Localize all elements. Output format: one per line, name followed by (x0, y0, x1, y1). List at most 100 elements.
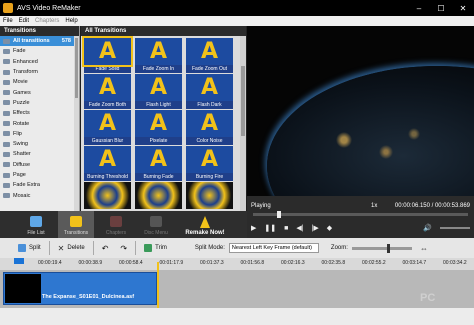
categories-scrollbar[interactable] (74, 36, 79, 211)
transition-tile[interactable]: A Flash Light (135, 74, 182, 109)
transition-tile[interactable]: A Fade Zoom Both (84, 74, 131, 109)
delete-icon: ✕ (57, 243, 65, 253)
category-label: Shatter (13, 151, 31, 158)
transition-thumbnail (135, 182, 182, 209)
transition-tile[interactable]: A Fade Zoom In (135, 38, 182, 73)
category-item[interactable]: Enhanced (0, 57, 79, 67)
category-item[interactable]: Flip (0, 129, 79, 139)
ruler-tick-label: 00:01:56.8 (240, 260, 265, 266)
transition-tile[interactable]: A Burning Fade (135, 146, 182, 181)
disc-menu-button[interactable]: Disc Menu (138, 211, 174, 238)
play-icon[interactable]: ▶ (251, 224, 256, 232)
transition-tile[interactable]: A Pixelate (135, 110, 182, 145)
stop-icon[interactable]: ■ (284, 225, 288, 232)
menu-help[interactable]: Help (62, 18, 80, 24)
category-item[interactable]: Transform (0, 67, 79, 77)
transition-tile[interactable]: A Burning Fire (186, 146, 233, 181)
category-item[interactable]: Mosaic (0, 190, 79, 200)
menu-edit[interactable]: Edit (16, 18, 32, 24)
category-item[interactable]: Puzzle (0, 98, 79, 108)
pause-icon[interactable]: ❚❚ (264, 224, 276, 232)
category-label: Movie (13, 79, 28, 86)
zoom-handle[interactable] (386, 243, 390, 253)
separator (135, 241, 137, 255)
transition-thumbnail: A (135, 110, 182, 137)
app-icon (3, 3, 13, 13)
transition-tile[interactable]: A Burning Threshold (84, 146, 131, 181)
split-mode-select[interactable]: Nearest Left Key Frame (default) (228, 243, 319, 253)
transition-label: Fade Zoom Both (84, 101, 131, 109)
category-item[interactable]: Fade (0, 46, 79, 56)
timeline-clip[interactable]: The Expanse_S01E01_Dulcinea.asf (3, 272, 157, 305)
category-item[interactable]: Rotate (0, 118, 79, 128)
scrollbar-thumb[interactable] (75, 38, 78, 98)
close-button[interactable]: ✕ (452, 0, 474, 16)
transition-tile[interactable]: A Flash Dark (186, 74, 233, 109)
transitions-label: Transitions (63, 230, 89, 236)
playback-speed[interactable]: 1x (371, 203, 377, 209)
redo-icon: ↷ (120, 243, 128, 253)
next-frame-icon[interactable]: |▶ (312, 224, 319, 232)
category-item[interactable]: Diffuse (0, 160, 79, 170)
trim-button[interactable]: Trim (138, 244, 173, 252)
ruler-tick-label: 00:00:19.4 (38, 260, 62, 266)
volume-icon[interactable]: 🔊 (423, 224, 432, 232)
transition-tile[interactable]: A Color Noise (186, 110, 233, 145)
category-item[interactable]: Fade Extra (0, 180, 79, 190)
seek-bar[interactable] (253, 211, 468, 218)
volume-slider[interactable] (440, 227, 470, 229)
category-label: Swing (13, 141, 28, 148)
delete-button[interactable]: ✕ Delete (52, 244, 91, 253)
disc-menu-label: Disc Menu (144, 230, 168, 236)
transition-tile[interactable]: A Fade Zoom Out (186, 38, 233, 73)
category-label: Page (13, 172, 26, 178)
category-item[interactable]: Swing (0, 139, 79, 149)
category-label: Effects (13, 110, 30, 117)
transitions-scrollbar[interactable] (240, 36, 246, 211)
undo-button[interactable]: ↶ (96, 244, 115, 253)
letter-a-glyph: A (200, 147, 219, 172)
transition-tile[interactable]: A Fade Solid (82, 36, 133, 73)
split-button[interactable]: Split (12, 244, 47, 252)
folder-icon (3, 141, 10, 147)
letter-a-glyph: A (149, 39, 168, 64)
letter-a-glyph: A (149, 147, 168, 172)
category-item[interactable]: Games (0, 87, 79, 97)
transition-thumbnail: A (186, 146, 233, 173)
category-item[interactable]: Movie (0, 77, 79, 87)
menu-chapters[interactable]: Chapters (32, 18, 62, 24)
timeline-ruler[interactable]: 00:00:19.4 00:00:38.9 00:00:58.4 00:01:17.9… (0, 258, 474, 270)
transition-label: Gaussian Blur (84, 137, 131, 145)
transitions-button[interactable]: Transitions (58, 211, 94, 238)
prev-frame-icon[interactable]: ◀| (296, 224, 303, 232)
file-list-button[interactable]: File List (18, 211, 54, 238)
zoom-slider[interactable] (351, 243, 412, 253)
ruler-tick-label: 00:03:34.2 (443, 260, 467, 266)
redo-button[interactable]: ↷ (114, 244, 133, 253)
transition-label: Flash Light (135, 101, 182, 109)
remake-label: Remake Now! (185, 230, 225, 236)
category-item[interactable]: Effects (0, 108, 79, 118)
folder-icon (3, 162, 10, 168)
letter-a-glyph: A (98, 147, 117, 172)
category-item[interactable]: Page (0, 170, 79, 180)
folder-icon (3, 193, 10, 199)
menu-file[interactable]: File (0, 18, 16, 24)
category-item[interactable]: Shatter (0, 149, 79, 159)
maximize-button[interactable]: ☐ (430, 0, 452, 16)
category-item[interactable]: All transitions 578 (0, 36, 79, 47)
scrollbar-thumb[interactable] (241, 66, 245, 136)
seek-handle[interactable] (277, 211, 281, 218)
video-preview[interactable] (247, 26, 474, 196)
chapters-button[interactable]: Chapters (98, 211, 134, 238)
transition-label: Pixelate (135, 137, 182, 145)
transition-tile[interactable]: A Gaussian Blur (84, 110, 131, 145)
timeline-track[interactable]: The Expanse_S01E01_Dulcinea.asf (0, 270, 474, 308)
category-label: Diffuse (13, 161, 31, 168)
undo-icon: ↶ (101, 243, 109, 253)
remake-now-button[interactable]: Remake Now! (180, 211, 230, 238)
minimize-button[interactable]: – (408, 0, 430, 16)
playhead[interactable] (14, 258, 24, 264)
zoom-fit-icon[interactable]: ⇔ (420, 244, 428, 253)
marker-icon[interactable]: ◆ (327, 224, 332, 232)
